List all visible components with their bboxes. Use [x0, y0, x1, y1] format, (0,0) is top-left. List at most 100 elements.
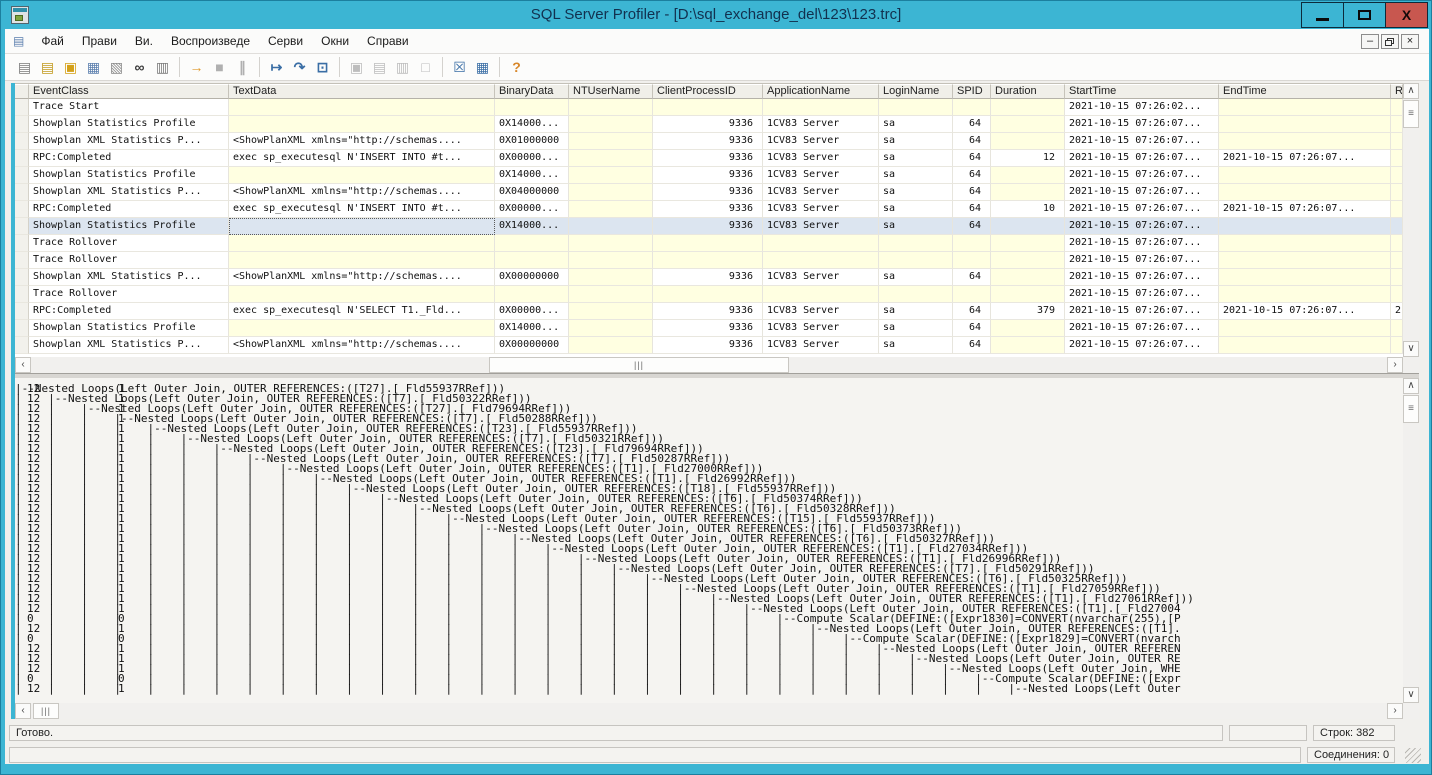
- cell-applicationname[interactable]: 1CV83 Server: [763, 167, 879, 184]
- row-selector-cell[interactable]: [15, 320, 29, 337]
- cell-binarydata[interactable]: 0X00000...: [495, 201, 569, 218]
- cell-spid[interactable]: 64: [953, 320, 991, 337]
- cell-clientprocessid[interactable]: 9336: [653, 167, 763, 184]
- cell-clientprocessid[interactable]: 9336: [653, 218, 763, 235]
- cell-binarydata[interactable]: [495, 235, 569, 252]
- row-selector-cell[interactable]: [15, 252, 29, 269]
- cell-textdata[interactable]: [229, 116, 495, 133]
- cell-duration[interactable]: [991, 99, 1065, 116]
- column-header-loginname[interactable]: LoginName: [879, 84, 953, 99]
- cell-endtime[interactable]: [1219, 167, 1391, 184]
- cell-textdata[interactable]: [229, 167, 495, 184]
- cell-reads[interactable]: [1391, 116, 1403, 133]
- row-selector-cell[interactable]: [15, 303, 29, 320]
- cell-endtime[interactable]: [1219, 286, 1391, 303]
- cell-starttime[interactable]: 2021-10-15 07:26:07...: [1065, 167, 1219, 184]
- cell-reads[interactable]: [1391, 99, 1403, 116]
- cell-binarydata[interactable]: [495, 286, 569, 303]
- table-row[interactable]: Trace Rollover 2021-10-15 07:26:07...: [15, 235, 1403, 252]
- column-header-reads[interactable]: Reads: [1391, 84, 1403, 99]
- cell-starttime[interactable]: 2021-10-15 07:26:07...: [1065, 150, 1219, 167]
- cell-spid[interactable]: 64: [953, 150, 991, 167]
- cell-duration[interactable]: [991, 337, 1065, 354]
- cell-ntusername[interactable]: [569, 235, 653, 252]
- cell-eventclass[interactable]: RPC:Completed: [29, 201, 229, 218]
- cell-starttime[interactable]: 2021-10-15 07:26:07...: [1065, 320, 1219, 337]
- cell-applicationname[interactable]: 1CV83 Server: [763, 184, 879, 201]
- cell-binarydata[interactable]: [495, 252, 569, 269]
- cell-duration[interactable]: 10: [991, 201, 1065, 218]
- cell-endtime[interactable]: [1219, 252, 1391, 269]
- cell-ntusername[interactable]: [569, 303, 653, 320]
- cell-eventclass[interactable]: RPC:Completed: [29, 303, 229, 320]
- menu-item-tools[interactable]: Серви: [259, 34, 312, 48]
- row-selector-cell[interactable]: [15, 150, 29, 167]
- cell-duration[interactable]: [991, 184, 1065, 201]
- cell-clientprocessid[interactable]: 9336: [653, 150, 763, 167]
- cell-eventclass[interactable]: Showplan Statistics Profile: [29, 320, 229, 337]
- cell-binarydata[interactable]: 0X00000000: [495, 337, 569, 354]
- row-selector-cell[interactable]: [15, 99, 29, 116]
- cell-binarydata[interactable]: 0X01000000: [495, 133, 569, 150]
- cell-endtime[interactable]: [1219, 218, 1391, 235]
- table-row[interactable]: Trace Start 2021-10-15 07:26:02...: [15, 99, 1403, 116]
- cell-textdata[interactable]: <ShowPlanXML xmlns="http://schemas....: [229, 133, 495, 150]
- cell-clientprocessid[interactable]: 9336: [653, 320, 763, 337]
- cell-clientprocessid[interactable]: 9336: [653, 184, 763, 201]
- column-header-duration[interactable]: Duration: [991, 84, 1065, 99]
- cell-textdata[interactable]: <ShowPlanXML xmlns="http://schemas....: [229, 269, 495, 286]
- cell-ntusername[interactable]: [569, 252, 653, 269]
- column-header-starttime[interactable]: StartTime: [1065, 84, 1219, 99]
- cell-clientprocessid[interactable]: 9336: [653, 133, 763, 150]
- column-header-clientprocessid[interactable]: ClientProcessID: [653, 84, 763, 99]
- plan-vscrollbar[interactable]: ∧ ≡ ∨: [1403, 378, 1419, 703]
- plan-scroll-right-button[interactable]: ›: [1387, 703, 1403, 719]
- cell-clientprocessid[interactable]: 9336: [653, 201, 763, 218]
- cell-spid[interactable]: 64: [953, 269, 991, 286]
- cell-textdata[interactable]: exec sp_executesql N'SELECT T1._Fld...: [229, 303, 495, 320]
- column-header-eventclass[interactable]: EventClass: [29, 84, 229, 99]
- cell-duration[interactable]: [991, 133, 1065, 150]
- table-row[interactable]: Trace Rollover 2021-10-15 07:26:07...: [15, 252, 1403, 269]
- cell-endtime[interactable]: [1219, 184, 1391, 201]
- cell-spid[interactable]: [953, 235, 991, 252]
- cell-eventclass[interactable]: Trace Rollover: [29, 286, 229, 303]
- row-selector-cell[interactable]: [15, 286, 29, 303]
- cell-eventclass[interactable]: Showplan XML Statistics P...: [29, 269, 229, 286]
- aggregated-view-icon[interactable]: ▦: [472, 57, 493, 78]
- cell-starttime[interactable]: 2021-10-15 07:26:07...: [1065, 116, 1219, 133]
- cell-ntusername[interactable]: [569, 218, 653, 235]
- resize-grip[interactable]: [1405, 748, 1421, 763]
- cell-endtime[interactable]: [1219, 269, 1391, 286]
- cell-starttime[interactable]: 2021-10-15 07:26:07...: [1065, 201, 1219, 218]
- menu-item-edit[interactable]: Прави: [73, 34, 126, 48]
- cell-clientprocessid[interactable]: [653, 99, 763, 116]
- cell-applicationname[interactable]: 1CV83 Server: [763, 201, 879, 218]
- cell-loginname[interactable]: sa: [879, 116, 953, 133]
- grid-vscroll-thumb[interactable]: ≡: [1403, 100, 1419, 128]
- cell-reads[interactable]: [1391, 201, 1403, 218]
- cell-textdata[interactable]: exec sp_executesql N'INSERT INTO #t...: [229, 150, 495, 167]
- cell-endtime[interactable]: 2021-10-15 07:26:07...: [1219, 303, 1391, 320]
- trace-events-grid[interactable]: EventClass TextData BinaryData NTUserName Cl…: [15, 83, 1403, 357]
- cell-applicationname[interactable]: 1CV83 Server: [763, 150, 879, 167]
- cell-textdata[interactable]: <ShowPlanXML xmlns="http://schemas....: [229, 184, 495, 201]
- cell-applicationname[interactable]: [763, 99, 879, 116]
- help-icon[interactable]: ?: [506, 57, 527, 78]
- cell-starttime[interactable]: 2021-10-15 07:26:07...: [1065, 218, 1219, 235]
- maximize-button[interactable]: [1343, 2, 1386, 28]
- cell-binarydata[interactable]: 0X14000...: [495, 320, 569, 337]
- cell-starttime[interactable]: 2021-10-15 07:26:07...: [1065, 133, 1219, 150]
- cell-textdata[interactable]: [229, 320, 495, 337]
- cell-eventclass[interactable]: Showplan Statistics Profile: [29, 167, 229, 184]
- cell-duration[interactable]: [991, 269, 1065, 286]
- find-icon[interactable]: ∞: [129, 57, 150, 78]
- cell-reads[interactable]: [1391, 133, 1403, 150]
- row-selector-cell[interactable]: [15, 218, 29, 235]
- cell-spid[interactable]: 64: [953, 337, 991, 354]
- cell-loginname[interactable]: sa: [879, 320, 953, 337]
- row-selector-cell[interactable]: [15, 116, 29, 133]
- cell-eventclass[interactable]: Trace Rollover: [29, 235, 229, 252]
- row-selector-cell[interactable]: [15, 201, 29, 218]
- cell-loginname[interactable]: sa: [879, 184, 953, 201]
